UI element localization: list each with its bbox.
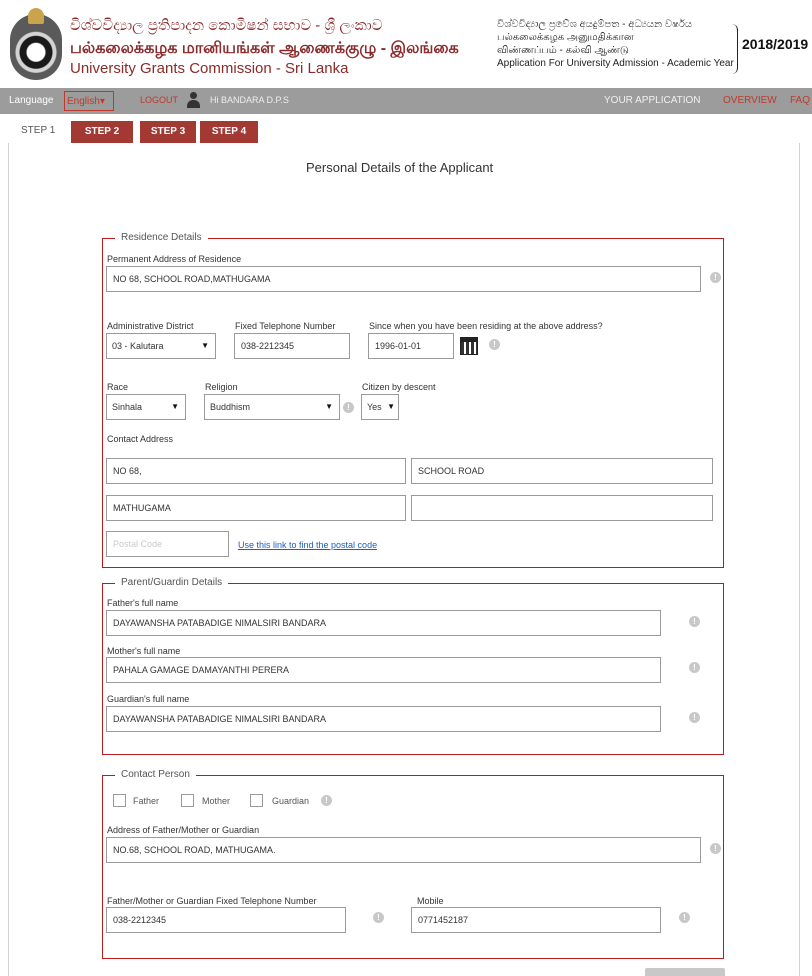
info-icon[interactable]: ! (689, 662, 700, 673)
district-label: Administrative District (107, 321, 194, 331)
guardian-phone-input[interactable]: 038-2212345 (106, 907, 346, 933)
contact-address-label: Contact Address (107, 434, 174, 444)
father-checkbox[interactable] (113, 794, 126, 807)
info-icon[interactable]: ! (689, 712, 700, 723)
postal-code-link[interactable]: Use this link to find the postal code (238, 540, 377, 550)
guardian-address-input[interactable]: NO.68, SCHOOL ROAD, MATHUGAMA. (106, 837, 701, 863)
header: විශ්වවිද්‍යාල ප්‍රතිපාදන කොමිෂන් සභාව - … (0, 0, 812, 88)
header-subtitle: විශ්වවිද්‍යාල ප්‍රවේශ අයදුම්පත - අධ්‍යයන… (497, 18, 734, 70)
mother-name-label: Mother's full name (107, 646, 181, 656)
language-label: Language (9, 95, 54, 106)
info-icon[interactable]: ! (679, 912, 690, 923)
mother-checkbox[interactable] (181, 794, 194, 807)
your-application-link[interactable]: YOUR APPLICATION (604, 95, 701, 106)
header-subtitle-sinhala: විශ්වවිද්‍යාල ප්‍රවේශ අයදුම්පත - අධ්‍යයන… (497, 19, 693, 30)
citizen-value: Yes (367, 402, 382, 412)
contact-address-line1[interactable]: NO 68, (106, 458, 406, 484)
race-select[interactable]: Sinhala ▼ (106, 394, 186, 420)
header-title-sinhala: විශ්වවිද්‍යාල ප්‍රතිපාදන කොමිෂන් සභාව - … (70, 17, 383, 34)
chevron-down-icon: ▼ (387, 402, 395, 411)
faq-link[interactable]: FAQ (790, 95, 810, 106)
permanent-address-label: Permanent Address of Residence (107, 254, 242, 264)
telephone-input[interactable]: 038-2212345 (234, 333, 350, 359)
guardian-phone-label: Father/Mother or Guardian Fixed Telephon… (107, 896, 317, 906)
logout-link[interactable]: LOGOUT (140, 95, 178, 105)
info-icon[interactable]: ! (689, 616, 700, 627)
language-select[interactable]: English▾ (64, 91, 114, 111)
header-subtitle-english: Application For University Admission - A… (497, 58, 734, 69)
mother-name-input[interactable]: PAHALA GAMAGE DAMAYANTHI PERERA (106, 657, 661, 683)
info-icon[interactable]: ! (710, 843, 721, 854)
guardian-name-label: Guardian's full name (107, 694, 190, 704)
permanent-address-input[interactable]: NO 68, SCHOOL ROAD,MATHUGAMA (106, 266, 701, 292)
citizen-select[interactable]: Yes ▼ (361, 394, 399, 420)
father-name-label: Father's full name (107, 598, 179, 608)
religion-label: Religion (205, 382, 238, 392)
tab-step-3[interactable]: STEP 3 (140, 121, 196, 143)
page-title: Personal Details of the Applicant (306, 160, 494, 175)
telephone-label: Fixed Telephone Number (235, 321, 336, 331)
step-1-current: STEP 1 (21, 125, 56, 136)
info-icon[interactable]: ! (373, 912, 384, 923)
contact-address-line3[interactable]: MATHUGAMA (106, 495, 406, 521)
header-title-tamil: பல்கலைக்கழக மானியங்கள் ஆணைக்குழு - இலங்க… (70, 40, 459, 57)
language-value: English (67, 96, 100, 107)
header-subtitle-tamil-2: விண்ணப்பம் - கல்வி ஆண்டு (497, 45, 629, 56)
since-date-input[interactable]: 1996-01-01 (368, 333, 454, 359)
guardian-option-label: Guardian (272, 796, 310, 806)
chevron-down-icon: ▼ (325, 402, 333, 411)
postal-code-input[interactable]: Postal Code (106, 531, 229, 557)
mobile-input[interactable]: 0771452187 (411, 907, 661, 933)
guardian-name-input[interactable]: DAYAWANSHA PATABADIGE NIMALSIRI BANDARA (106, 706, 661, 732)
user-icon (186, 92, 200, 108)
header-subtitle-tamil-1: பல்கலைக்கழக அனுமதிக்கான (497, 32, 634, 43)
header-title-english: University Grants Commission - Sri Lanka (70, 60, 349, 77)
tab-step-4[interactable]: STEP 4 (200, 121, 258, 143)
father-option-label: Father (133, 796, 160, 806)
chevron-down-icon: ▾ (99, 96, 105, 107)
chevron-down-icon: ▼ (171, 402, 179, 411)
race-value: Sinhala (112, 402, 143, 412)
contact-address-line2[interactable]: SCHOOL ROAD (411, 458, 713, 484)
guardian-address-label: Address of Father/Mother or Guardian (107, 825, 260, 835)
guardian-checkbox[interactable] (250, 794, 263, 807)
contact-address-line4[interactable] (411, 495, 713, 521)
district-value: 03 - Kalutara (112, 341, 164, 351)
ugc-emblem-icon (10, 8, 62, 80)
navbar: Language English▾ LOGOUT Hi BANDARA D.P.… (0, 88, 812, 114)
father-name-input[interactable]: DAYAWANSHA PATABADIGE NIMALSIRI BANDARA (106, 610, 661, 636)
info-icon[interactable]: ! (489, 339, 500, 350)
overview-link[interactable]: OVERVIEW (723, 95, 777, 106)
citizen-label: Citizen by descent (362, 382, 436, 392)
academic-year: 2018/2019 (742, 36, 809, 52)
parent-legend: Parent/Guardin Details (115, 577, 229, 588)
brace-divider (730, 24, 738, 74)
since-label: Since when you have been residing at the… (369, 321, 603, 331)
next-button[interactable] (645, 968, 725, 976)
calendar-icon[interactable] (460, 337, 478, 355)
religion-value: Buddhism (210, 402, 251, 412)
religion-select[interactable]: Buddhism ▼ (204, 394, 340, 420)
tab-step-2[interactable]: STEP 2 (71, 121, 133, 143)
info-icon[interactable]: ! (710, 272, 721, 283)
info-icon[interactable]: ! (343, 402, 354, 413)
mobile-label: Mobile (417, 896, 444, 906)
chevron-down-icon: ▼ (201, 341, 209, 350)
residence-legend: Residence Details (115, 232, 208, 243)
race-label: Race (107, 382, 129, 392)
district-select[interactable]: 03 - Kalutara ▼ (106, 333, 216, 359)
user-greeting: Hi BANDARA D.P.S (210, 95, 289, 105)
mother-option-label: Mother (202, 796, 231, 806)
contact-person-legend: Contact Person (115, 769, 196, 780)
info-icon[interactable]: ! (321, 795, 332, 806)
